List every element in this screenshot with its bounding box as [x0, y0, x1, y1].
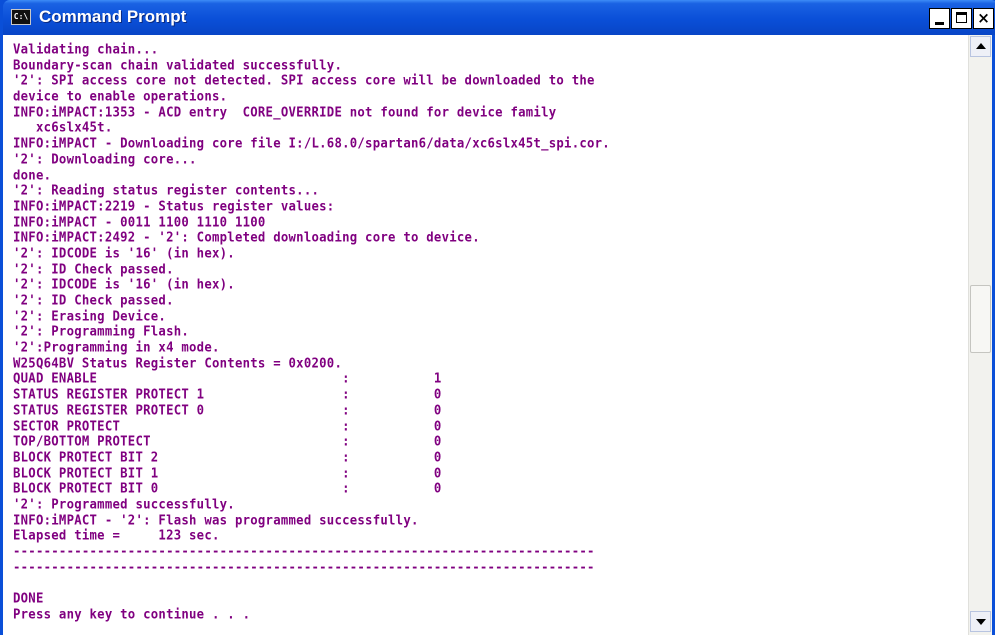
- console-line: DONE: [13, 590, 44, 606]
- console-line: BLOCK PROTECT BIT 0 : 0: [13, 480, 442, 496]
- vertical-scrollbar[interactable]: [968, 35, 992, 635]
- console-line: BLOCK PROTECT BIT 2 : 0: [13, 449, 442, 465]
- scroll-down-button[interactable]: [970, 611, 991, 632]
- console-line: '2': SPI access core not detected. SPI a…: [13, 72, 595, 88]
- console-line: '2': IDCODE is '16' (in hex).: [13, 245, 235, 261]
- console-line: ----------------------------------------…: [13, 543, 595, 559]
- console-line: Elapsed time = 123 sec.: [13, 527, 220, 543]
- title-bar[interactable]: C:\ Command Prompt ×: [3, 0, 995, 35]
- console-line: xc6slx45t.: [13, 119, 113, 135]
- console-line: '2': Programmed successfully.: [13, 496, 235, 512]
- console-line: '2':Programming in x4 mode.: [13, 339, 220, 355]
- console-line: STATUS REGISTER PROTECT 1 : 0: [13, 386, 442, 402]
- console-line: INFO:iMPACT - 0011 1100 1110 1100: [13, 213, 266, 230]
- console-output[interactable]: Validating chain... Boundary-scan chain v…: [13, 35, 968, 635]
- console-line: '2': ID Check passed.: [13, 292, 174, 308]
- console-line: '2': IDCODE is '16' (in hex).: [13, 276, 235, 292]
- console-line: INFO:iMPACT - Downloading core file I:/L…: [13, 135, 610, 151]
- minimize-icon: [935, 22, 944, 25]
- scroll-thumb[interactable]: [970, 285, 991, 353]
- console-line: Validating chain...: [13, 41, 159, 57]
- console-line: '2': Reading status register contents...: [13, 182, 320, 198]
- console-line: '2': Downloading core...: [13, 151, 197, 167]
- scroll-up-button[interactable]: [970, 36, 991, 57]
- console-line: device to enable operations.: [13, 88, 228, 104]
- console-line: '2': Programming Flash.: [13, 323, 190, 339]
- console-line: INFO:iMPACT:2492 - '2': Completed downlo…: [13, 229, 480, 245]
- command-prompt-icon[interactable]: C:\: [11, 9, 31, 25]
- console-line: STATUS REGISTER PROTECT 0 : 0: [13, 402, 442, 418]
- console-lines: Validating chain... Boundary-scan chain v…: [13, 41, 968, 622]
- console-line: done.: [13, 166, 52, 182]
- close-icon: ×: [977, 9, 990, 27]
- close-button[interactable]: ×: [973, 8, 994, 29]
- console-line: QUAD ENABLE : 1: [13, 370, 442, 386]
- console-line: Press any key to continue . . .: [13, 606, 251, 622]
- minimize-button[interactable]: [929, 8, 950, 29]
- window-title: Command Prompt: [39, 7, 187, 26]
- window-left-edge: [0, 35, 13, 635]
- console-line: TOP/BOTTOM PROTECT : 0: [13, 433, 442, 449]
- maximize-button[interactable]: [951, 8, 972, 29]
- console-line: SECTOR PROTECT : 0: [13, 417, 442, 433]
- console-line: BLOCK PROTECT BIT 1 : 0: [13, 464, 442, 481]
- arrow-up-icon: [976, 43, 986, 49]
- maximize-icon: [956, 12, 967, 23]
- console-line: INFO:iMPACT:2219 - Status register value…: [13, 198, 335, 214]
- arrow-down-icon: [976, 619, 986, 625]
